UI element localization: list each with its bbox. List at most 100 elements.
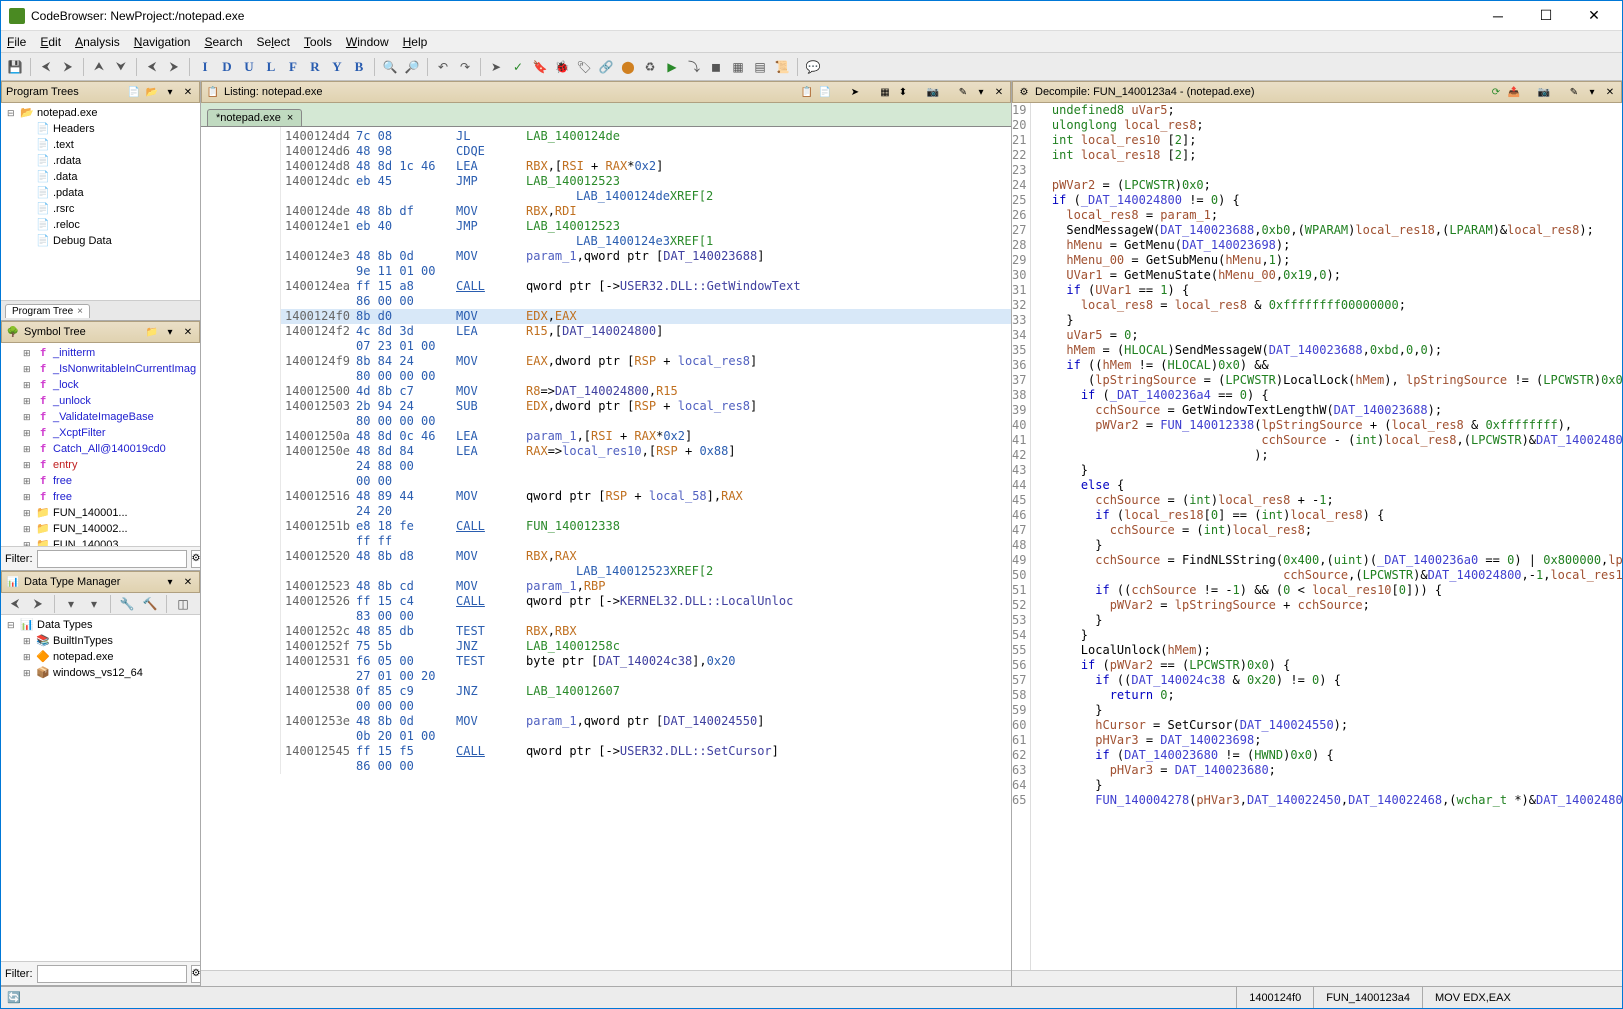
symbol-item[interactable]: ⊞f_lock (3, 377, 198, 393)
decompile-line[interactable]: LocalUnlock(hMem); (1037, 643, 1622, 658)
y-button[interactable]: Y (327, 57, 347, 77)
window-icon[interactable]: ▦ (728, 57, 748, 77)
save-icon[interactable]: 💾 (5, 57, 25, 77)
tree-item[interactable]: .text (3, 137, 198, 153)
symbol-filter-input[interactable] (37, 550, 187, 568)
listing-row[interactable]: 1400124d648 98CDQE (281, 144, 1011, 159)
listing-row[interactable]: 14001251648 89 44MOVqword ptr [RSP + loc… (281, 489, 1011, 504)
decompile-line[interactable]: pWVar2 = FUN_140012338(lpStringSource + … (1037, 418, 1622, 433)
listing-row[interactable]: 1400124de48 8b dfMOVRBX,RDI (281, 204, 1011, 219)
listing-row[interactable]: 1400125032b 94 24SUBEDX,dword ptr [RSP +… (281, 399, 1011, 414)
stop-icon[interactable]: ◼ (706, 57, 726, 77)
script-icon[interactable]: 📜 (772, 57, 792, 77)
listing-row[interactable]: LAB_1400124e3XREF[1 (281, 234, 1011, 249)
listing-row[interactable]: 14001251be8 18 feCALLFUN_140012338 (281, 519, 1011, 534)
listing-row[interactable]: 00 00 00 (281, 699, 1011, 714)
listing-row[interactable]: 83 00 00 (281, 609, 1011, 624)
decompile-line[interactable]: ); (1037, 448, 1622, 463)
i-button[interactable]: I (195, 57, 215, 77)
decompile-line[interactable]: cchSource = GetWindowTextLengthW(DAT_140… (1037, 403, 1622, 418)
close-button[interactable]: ✕ (1574, 4, 1614, 28)
listing-row[interactable]: 9e 11 01 00 (281, 264, 1011, 279)
listing-hscroll[interactable] (201, 970, 1011, 986)
symbol-item[interactable]: ⊞ffree (3, 473, 198, 489)
menu-tools[interactable]: Tools (304, 35, 332, 49)
nav-prev-icon[interactable]: ⮜ (142, 57, 162, 77)
tree-item[interactable]: .reloc (3, 217, 198, 233)
redo-icon[interactable]: ↷ (455, 57, 475, 77)
decompile-line[interactable]: if (UVar1 == 1) { (1037, 283, 1622, 298)
dtm-close-icon[interactable]: ✕ (181, 575, 195, 589)
decompile-close-icon[interactable]: ✕ (1603, 85, 1617, 99)
dtm-fwd-icon[interactable]: ⮞ (28, 594, 48, 614)
decompile-line[interactable]: } (1037, 628, 1622, 643)
tree-item[interactable]: .data (3, 169, 198, 185)
st-menu-icon[interactable]: ▾ (163, 325, 177, 339)
menu-edit[interactable]: Edit (40, 35, 61, 49)
decompile-line[interactable]: } (1037, 613, 1622, 628)
listing-row[interactable]: 140012531f6 05 00TESTbyte ptr [DAT_14002… (281, 654, 1011, 669)
menu-analysis[interactable]: Analysis (75, 35, 120, 49)
decompile-line[interactable]: undefined8 uVar5; (1037, 103, 1622, 118)
decompile-line[interactable]: SendMessageW(DAT_140023688,0xb0,(WPARAM)… (1037, 223, 1622, 238)
listing-row[interactable]: 24 88 00 (281, 459, 1011, 474)
tree-item[interactable]: .rsrc (3, 201, 198, 217)
decompile-line[interactable]: if ((cchSource != -1) && (0 < local_res1… (1037, 583, 1622, 598)
listing-paste-icon[interactable]: 📄 (818, 85, 832, 99)
tree-root[interactable]: ⊟ notepad.exe (3, 105, 198, 121)
tag-icon[interactable]: 🏷 (574, 57, 594, 77)
decompile-line[interactable]: cchSource = (int)local_res8; (1037, 523, 1622, 538)
u-button[interactable]: U (239, 57, 259, 77)
decompile-line[interactable]: if ((hMem != (HLOCAL)0x0) && (1037, 358, 1622, 373)
r-button[interactable]: R (305, 57, 325, 77)
decompile-line[interactable]: FUN_140004278(pHVar3,DAT_140022450,DAT_1… (1037, 793, 1622, 808)
decompile-line[interactable]: } (1037, 778, 1622, 793)
pt-open-icon[interactable]: 📂 (145, 85, 159, 99)
symbol-item[interactable]: ⊞f_IsNonwritableInCurrentImag (3, 361, 198, 377)
recycle-icon[interactable]: ♻ (640, 57, 660, 77)
dtm-item[interactable]: ⊞📦windows_vs12_64 (3, 665, 198, 681)
listing-menu-icon[interactable]: ▾ (974, 85, 988, 99)
step-icon[interactable]: ⤵ (684, 57, 704, 77)
listing-row[interactable]: 1400124d848 8d 1c 46LEARBX,[RSI + RAX*0x… (281, 159, 1011, 174)
db-icon[interactable]: ⬤ (618, 57, 638, 77)
decompile-line[interactable]: local_res8 = param_1; (1037, 208, 1622, 223)
decompile-line[interactable]: pWVar2 = lpStringSource + cchSource; (1037, 598, 1622, 613)
decompile-line[interactable]: hMem = (HLOCAL)SendMessageW(DAT_14002368… (1037, 343, 1622, 358)
listing-row[interactable]: 00 00 (281, 474, 1011, 489)
listing-row[interactable]: 07 23 01 00 (281, 339, 1011, 354)
listing-row[interactable]: 0b 20 01 00 (281, 729, 1011, 744)
decompile-line[interactable]: cchSource = FindNLSString(0x400,(uint)(_… (1037, 553, 1622, 568)
listing-row[interactable]: 80 00 00 00 (281, 414, 1011, 429)
symbol-item[interactable]: ⊞f_unlock (3, 393, 198, 409)
listing-row[interactable]: 80 00 00 00 (281, 369, 1011, 384)
decompile-line[interactable]: if (_DAT_140024800 != 0) { (1037, 193, 1622, 208)
decompile-line[interactable]: } (1037, 538, 1622, 553)
pt-menu-icon[interactable]: ▾ (163, 85, 177, 99)
symbol-filter-settings-icon[interactable]: ⚙ (191, 550, 202, 568)
bug-icon[interactable]: 🐞 (552, 57, 572, 77)
decompile-line[interactable]: cchSource - (int)local_res8,(LPCWSTR)&DA… (1037, 433, 1622, 448)
dtm-item[interactable]: ⊞🔶notepad.exe (3, 649, 198, 665)
decompile-hscroll[interactable] (1012, 970, 1622, 986)
decompile-line[interactable]: if (DAT_140023680 != (HWND)0x0) { (1037, 748, 1622, 763)
dtm-back-icon[interactable]: ⮜ (5, 594, 25, 614)
listing-row[interactable]: 86 00 00 (281, 759, 1011, 774)
dtm-tool2-icon[interactable]: 🔨 (140, 594, 160, 614)
symbol-item[interactable]: ⊞FUN_140002... (3, 521, 198, 537)
symbol-item[interactable]: ⊞f_ValidateImageBase (3, 409, 198, 425)
decompile-line[interactable] (1037, 163, 1622, 178)
listing-row[interactable]: 1400124f24c 8d 3dLEAR15,[DAT_140024800] (281, 324, 1011, 339)
list-icon[interactable]: ▤ (750, 57, 770, 77)
symbol-item[interactable]: ⊞f_XcptFilter (3, 425, 198, 441)
comment-icon[interactable]: 💬 (803, 57, 823, 77)
decompile-line[interactable]: return 0; (1037, 688, 1622, 703)
tree-item[interactable]: .rdata (3, 153, 198, 169)
dtm-filter-settings-icon[interactable]: ⚙ (191, 965, 202, 983)
dtm-filter-input[interactable] (37, 965, 187, 983)
decompile-line[interactable]: pWVar2 = (LPCWSTR)0x0; (1037, 178, 1622, 193)
run-icon[interactable]: ▶ (662, 57, 682, 77)
dtm-menu-icon[interactable]: ▾ (163, 575, 177, 589)
pt-new-icon[interactable]: 📄 (127, 85, 141, 99)
decompile-refresh-icon[interactable]: ⟳ (1489, 85, 1503, 99)
